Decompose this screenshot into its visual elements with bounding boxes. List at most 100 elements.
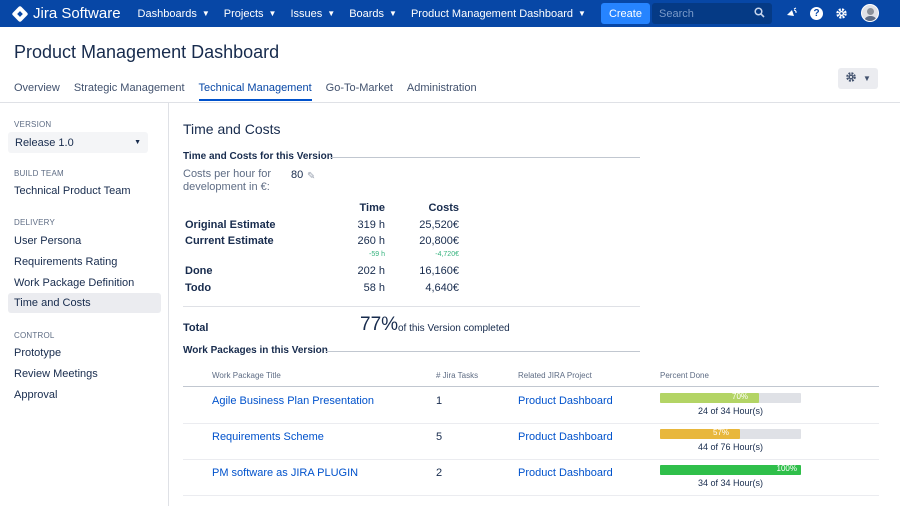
section-heading: Time and Costs	[183, 121, 281, 137]
table-row-divider	[183, 423, 879, 424]
wp-project-link[interactable]: Product Dashboard	[518, 431, 613, 443]
nav-boards-label: Boards	[349, 7, 385, 20]
sidebar: VERSION Release 1.0 ▼ BUILD TEAM Technic…	[0, 103, 169, 506]
wp-project-link[interactable]: Product Dashboard	[518, 395, 613, 407]
chevron-down-icon: ▼	[389, 9, 397, 18]
done-time: 202 h	[357, 265, 385, 277]
current-estimate-time-delta: -59 h	[369, 251, 385, 258]
sidebar-item-review-meetings[interactable]: Review Meetings	[8, 364, 161, 384]
wp-jira-tasks: 2	[436, 467, 443, 479]
heading-rule	[326, 351, 640, 352]
nav-product-management-dashboard[interactable]: Product Management Dashboard ▼	[404, 0, 593, 27]
col-header-jira-tasks: # Jira Tasks	[436, 371, 479, 380]
tab-administration[interactable]: Administration	[407, 82, 477, 101]
wp-progress-bar: 57%	[660, 428, 801, 439]
table-row-divider	[183, 459, 879, 460]
original-estimate-time: 319 h	[357, 219, 385, 231]
sidebar-section-build-team: BUILD TEAM	[14, 169, 64, 178]
sidebar-section-version: VERSION	[14, 120, 52, 129]
chevron-down-icon: ▼	[268, 9, 277, 18]
original-estimate-costs: 25,520€	[419, 219, 459, 231]
search-input[interactable]	[659, 7, 754, 20]
subsection-heading-time-costs: Time and Costs for this Version	[183, 151, 333, 162]
sidebar-item-approval[interactable]: Approval	[8, 385, 161, 405]
cost-per-hour-label: Costs per hour for development in €:	[183, 168, 272, 193]
wp-title-link[interactable]: Agile Business Plan Presentation	[212, 395, 374, 407]
wp-progress-fill: 70%	[660, 392, 759, 403]
nav-pmd-label: Product Management Dashboard	[410, 7, 574, 20]
tab-technical-management[interactable]: Technical Management	[198, 82, 312, 101]
col-header-time: Time	[359, 202, 385, 214]
version-select-value: Release 1.0	[15, 136, 74, 149]
todo-costs: 4,640€	[425, 282, 459, 294]
tab-go-to-market[interactable]: Go-To-Market	[326, 82, 393, 101]
current-estimate-time: 260 h	[357, 235, 385, 247]
wp-jira-tasks: 5	[436, 431, 443, 443]
wp-progress-fill: 57%	[660, 428, 740, 439]
table-row-divider	[183, 495, 879, 496]
settings-gear-icon[interactable]	[834, 6, 849, 21]
wp-project-link[interactable]: Product Dashboard	[518, 467, 613, 479]
wp-jira-tasks: 1	[436, 395, 443, 407]
todo-time: 58 h	[363, 282, 385, 294]
nav-boards[interactable]: Boards ▼	[342, 0, 404, 27]
table-header-rule	[183, 386, 879, 387]
sidebar-item-prototype[interactable]: Prototype	[8, 343, 161, 363]
row-label-todo: Todo	[185, 282, 212, 294]
total-label: Total	[183, 322, 209, 334]
row-label-current-estimate: Current Estimate	[185, 235, 274, 247]
nav-issues[interactable]: Issues ▼	[283, 0, 342, 27]
chevron-down-icon: ▼	[578, 9, 586, 18]
wp-hours: 44 of 76 Hour(s)	[697, 442, 764, 452]
create-button[interactable]: Create	[600, 3, 650, 24]
current-estimate-costs: 20,800€	[419, 235, 459, 247]
current-estimate-costs-delta: -4,720€	[435, 251, 459, 258]
col-header-related-project: Related JIRA Project	[518, 371, 592, 380]
pencil-icon[interactable]: ✎	[307, 171, 315, 182]
brand-name: Jira Software	[33, 5, 121, 22]
avatar-head	[867, 8, 874, 15]
total-divider	[183, 306, 640, 307]
top-navigation: Jira Software Dashboards ▼ Projects ▼ Issu…	[0, 0, 900, 27]
page-title: Product Management Dashboard	[14, 42, 280, 62]
version-select[interactable]: Release 1.0 ▼	[8, 132, 148, 153]
col-header-wp-title: Work Package Title	[212, 371, 281, 380]
sidebar-item-time-and-costs[interactable]: Time and Costs	[8, 293, 161, 313]
sidebar-item-work-package-definition[interactable]: Work Package Definition	[8, 273, 161, 293]
avatar-body	[864, 16, 877, 21]
done-costs: 16,160€	[419, 265, 459, 277]
row-label-original-estimate: Original Estimate	[185, 219, 276, 231]
wp-progress-bar: 70%	[660, 392, 801, 403]
search-box[interactable]	[652, 3, 772, 24]
sidebar-item-user-persona[interactable]: User Persona	[8, 231, 161, 251]
wp-hours: 24 of 34 Hour(s)	[697, 406, 764, 416]
wp-title-link[interactable]: Requirements Scheme	[212, 431, 324, 443]
chevron-down-icon: ▼	[863, 74, 871, 83]
total-percent-text: of this Version completed	[398, 323, 510, 334]
sidebar-section-control: CONTROL	[14, 331, 55, 340]
user-avatar[interactable]	[861, 4, 879, 22]
wp-hours: 34 of 34 Hour(s)	[697, 478, 764, 488]
nav-dashboards[interactable]: Dashboards ▼	[131, 0, 217, 27]
cost-per-hour-value[interactable]: 80	[291, 169, 303, 181]
sidebar-item-requirements-rating[interactable]: Requirements Rating	[8, 252, 161, 272]
chevron-down-icon: ▼	[134, 139, 141, 146]
heading-rule	[330, 157, 640, 158]
col-header-costs: Costs	[428, 202, 459, 214]
dashboard-settings-button[interactable]: ▼	[838, 68, 878, 89]
wp-progress-label: 57%	[713, 428, 730, 437]
nav-projects-label: Projects	[223, 7, 264, 20]
subsection-heading-work-packages: Work Packages in this Version	[183, 345, 328, 356]
sidebar-item-technical-product-team[interactable]: Technical Product Team	[8, 181, 161, 201]
jira-logo[interactable]: Jira Software	[11, 5, 121, 22]
wp-title-link[interactable]: PM software as JIRA PLUGIN	[212, 467, 358, 479]
wp-progress-bar: 100%	[660, 464, 801, 475]
help-icon[interactable]: ?	[809, 6, 824, 21]
tab-strategic-management[interactable]: Strategic Management	[74, 82, 185, 101]
wp-progress-fill: 100%	[660, 464, 801, 475]
tab-overview[interactable]: Overview	[14, 82, 60, 101]
nav-projects[interactable]: Projects ▼	[217, 0, 284, 27]
nav-issues-label: Issues	[290, 7, 323, 20]
gear-icon	[845, 71, 857, 86]
notifications-icon[interactable]	[784, 6, 799, 21]
